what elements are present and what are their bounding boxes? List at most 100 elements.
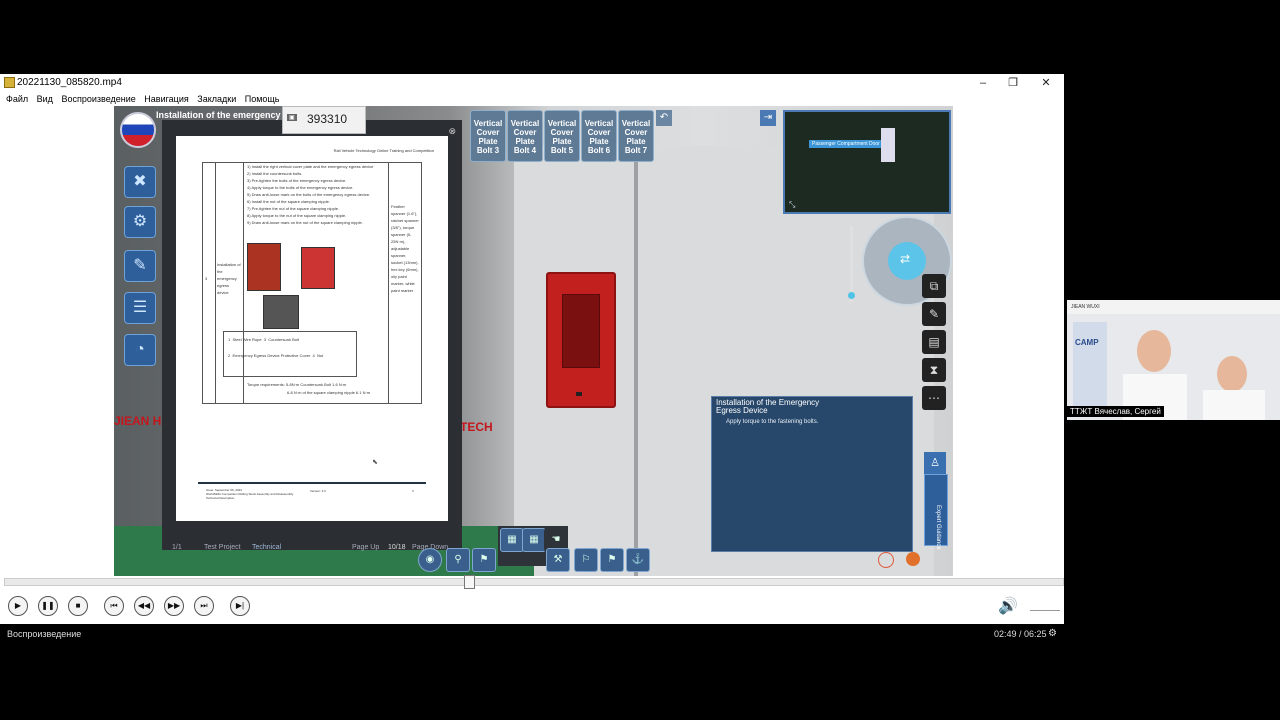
bolt-3-button[interactable]: Vertical Cover Plate Bolt 3 bbox=[470, 110, 506, 162]
seek-bar[interactable] bbox=[4, 575, 1064, 589]
frame-step-button[interactable]: ▶| bbox=[230, 596, 250, 616]
tool-slot-1[interactable]: ▦ bbox=[500, 528, 524, 552]
close-icon[interactable]: ⊗ bbox=[448, 126, 456, 137]
back-arrow-icon[interactable]: ↶ bbox=[656, 110, 672, 126]
next-button[interactable]: ⏭ bbox=[194, 596, 214, 616]
settings-icon[interactable]: ⚙ bbox=[1048, 628, 1057, 639]
bolt-5-button[interactable]: Vertical Cover Plate Bolt 5 bbox=[544, 110, 580, 162]
title-bar: 20221130_085820.mp4 – ❐ ✕ bbox=[0, 74, 1064, 92]
instruction-panel: Installation of the Emergency Egress Dev… bbox=[711, 396, 913, 552]
doc-photo-2 bbox=[301, 247, 335, 289]
badge-icon: ▣ bbox=[287, 114, 297, 121]
document-viewer: ⊗ Rail Vehicle Technology Online Trainin… bbox=[162, 120, 462, 551]
volume-icon[interactable]: 🔊 bbox=[998, 596, 1018, 616]
page-up-button[interactable]: Page Up bbox=[352, 544, 379, 551]
doc-step: 1) Install the right vertical cover plat… bbox=[247, 164, 374, 169]
doc-step: 2) Install the countersunk bolts. bbox=[247, 171, 303, 176]
joystick-center[interactable]: ⇄ bbox=[888, 242, 926, 280]
doc-step: 7) Pre-tighten the nut of the square cla… bbox=[247, 206, 340, 211]
doc-step: 4) Apply torque to the bolts of the emer… bbox=[247, 185, 354, 190]
forward-button[interactable]: ▶▶ bbox=[164, 596, 184, 616]
doc-torque-1: Torque requirements: 5-8N·m Countersunk … bbox=[247, 382, 347, 387]
webcam-banner: JIEAN WUXI bbox=[1067, 300, 1280, 314]
previous-button[interactable]: ⏮ bbox=[104, 596, 124, 616]
instruction-body: Apply torque to the fastening bolts. bbox=[726, 419, 819, 425]
bolt-4-button[interactable]: Vertical Cover Plate Bolt 4 bbox=[507, 110, 543, 162]
banner-logo-text: JIEAN WUXI bbox=[1071, 304, 1100, 310]
record-icon[interactable] bbox=[906, 552, 920, 566]
rewind-button[interactable]: ◀◀ bbox=[134, 596, 154, 616]
menu-navigation[interactable]: Навигация bbox=[144, 92, 188, 106]
menu-playback[interactable]: Воспроизведение bbox=[61, 92, 135, 106]
wrench-icon[interactable]: ⚙ bbox=[124, 206, 156, 238]
tool-slot-2[interactable]: ▦ bbox=[522, 528, 546, 552]
record-pause-icon[interactable] bbox=[878, 552, 894, 568]
person-2-head bbox=[1217, 356, 1247, 392]
doc-photo-1 bbox=[247, 243, 281, 291]
pen-icon[interactable]: ✎ bbox=[124, 250, 156, 282]
pencil-icon[interactable]: ✎ bbox=[922, 302, 946, 326]
person-2-body bbox=[1203, 390, 1265, 420]
doc-torque-2: 6-8 N·m of the square clamping nipple 6.… bbox=[287, 390, 371, 395]
device-keyhole bbox=[576, 392, 582, 396]
pause-button[interactable]: ❚❚ bbox=[38, 596, 58, 616]
gauge-icon[interactable]: ◔ bbox=[124, 334, 156, 366]
playback-controls: ▶ ❚❚ ■ ⏮ ◀◀ ▶▶ ⏭ ▶| 🔊 bbox=[0, 590, 1064, 622]
zoom-slider-knob[interactable] bbox=[848, 292, 855, 299]
hourglass-icon[interactable]: ⧗ bbox=[922, 358, 946, 382]
minimap[interactable]: Passenger Compartment Door ⤡ bbox=[783, 110, 951, 214]
image-icon[interactable]: ▤ bbox=[922, 330, 946, 354]
close-button[interactable]: ✕ bbox=[1031, 75, 1061, 91]
minimize-button[interactable]: – bbox=[968, 75, 998, 91]
menu-file[interactable]: Файл bbox=[6, 92, 28, 106]
move-arrows-icon: ⇄ bbox=[900, 252, 911, 266]
play-button[interactable]: ▶ bbox=[8, 596, 28, 616]
bottom-tool-6[interactable]: ⚑ bbox=[600, 548, 624, 572]
status-text: Воспроизведение bbox=[7, 629, 82, 639]
expert-avatar-icon[interactable]: ♙ bbox=[924, 452, 946, 474]
doc-step: 8) Apply torque to the nut of the square… bbox=[247, 213, 347, 218]
doc-table: 3 Installation of the emergency egress d… bbox=[202, 162, 422, 404]
tools-icon[interactable]: ✖ bbox=[124, 166, 156, 198]
doc-step: 5) Draw anti-loose mark on the bolts of … bbox=[247, 192, 371, 197]
tab-technical[interactable]: Technical bbox=[252, 544, 281, 551]
doc-row-number: 3 bbox=[205, 276, 208, 281]
video-frame[interactable]: JIEAN H -TECH Installation of the emerge… bbox=[114, 106, 953, 576]
minimap-expand-icon[interactable]: ⤡ bbox=[789, 200, 795, 210]
bottom-tool-1[interactable]: ◉ bbox=[418, 548, 442, 572]
bottom-tool-7[interactable]: ⚓ bbox=[626, 548, 650, 572]
exit-icon[interactable]: ⇥ bbox=[760, 110, 776, 126]
bolt-7-button[interactable]: Vertical Cover Plate Bolt 7 bbox=[618, 110, 654, 162]
poster-text: CAMP bbox=[1075, 338, 1099, 347]
expert-guidance-tab[interactable]: Expert Guidance bbox=[924, 474, 948, 550]
code-badge: ▣ 393310 bbox=[282, 106, 366, 134]
screenshot-icon[interactable]: ⧉ bbox=[922, 274, 946, 298]
zoom-slider[interactable] bbox=[848, 226, 855, 302]
bottom-tool-3[interactable]: ⚑ bbox=[472, 548, 496, 572]
more-icon[interactable]: ⋯ bbox=[922, 386, 946, 410]
volume-slider[interactable] bbox=[1030, 602, 1060, 611]
bottom-tool-2[interactable]: ⚲ bbox=[446, 548, 470, 572]
camp-poster: CAMP bbox=[1073, 322, 1107, 416]
doc-page-count: 1/1 bbox=[172, 544, 182, 551]
bottom-tool-5[interactable]: ⚐ bbox=[574, 548, 598, 572]
maximize-button[interactable]: ❐ bbox=[998, 75, 1028, 91]
minimap-label: Passenger Compartment Door bbox=[809, 140, 883, 148]
bolt-6-button[interactable]: Vertical Cover Plate Bolt 6 bbox=[581, 110, 617, 162]
doc-header: Rail Vehicle Technology Online Training … bbox=[333, 148, 434, 153]
cursor-icon: ⬉ bbox=[372, 459, 378, 466]
sign-left: JIEAN H bbox=[114, 414, 162, 428]
bottom-tool-4[interactable]: ⚒ bbox=[546, 548, 570, 572]
menu-bookmarks[interactable]: Закладки bbox=[197, 92, 236, 106]
person-1-head bbox=[1137, 330, 1171, 372]
doc-photo-3 bbox=[263, 295, 299, 329]
seek-knob[interactable] bbox=[464, 575, 475, 589]
document-icon[interactable]: ☰ bbox=[124, 292, 156, 324]
stop-button[interactable]: ■ bbox=[68, 596, 88, 616]
menu-view[interactable]: Вид bbox=[37, 92, 53, 106]
doc-footer-rule bbox=[198, 482, 426, 484]
tab-test-project[interactable]: Test Project bbox=[204, 544, 241, 551]
menu-help[interactable]: Помощь bbox=[245, 92, 280, 106]
doc-footer-mid: Version: 3.0 bbox=[310, 489, 326, 493]
doc-row-label: Installation of the emergency egress dev… bbox=[217, 262, 241, 295]
